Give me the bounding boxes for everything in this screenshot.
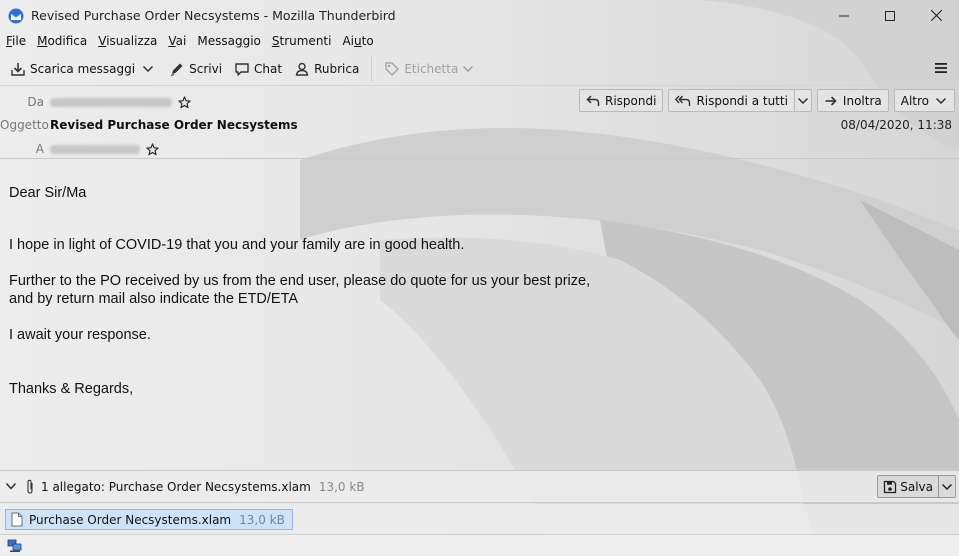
online-status-icon[interactable] xyxy=(7,539,23,553)
minimize-icon xyxy=(839,15,849,16)
from-row: Da xyxy=(0,92,191,112)
menu-tools[interactable]: Strumenti xyxy=(266,34,337,48)
body-greeting: Dear Sir/Ma xyxy=(9,185,87,201)
message-date: 08/04/2020, 11:38 xyxy=(840,118,952,132)
header-actions: Rispondi Rispondi a tutti Inoltra Altro xyxy=(574,89,955,112)
body-line-quote: Further to the PO received by us from th… xyxy=(9,273,591,289)
attachment-total-size: 13,0 kB xyxy=(318,479,365,494)
reply-arrow-icon xyxy=(586,94,600,106)
write-button[interactable]: Scrivi xyxy=(163,56,228,82)
get-messages-label: Scarica messaggi xyxy=(30,61,136,76)
forward-arrow-icon xyxy=(825,95,837,106)
write-label: Scrivi xyxy=(189,61,223,76)
menu-go[interactable]: Vai xyxy=(162,34,191,48)
address-book-icon xyxy=(295,62,309,76)
chat-bubble-icon xyxy=(235,62,249,76)
app-menu-hamburger-icon[interactable] xyxy=(933,60,949,76)
pencil-icon xyxy=(170,63,183,76)
chevron-down-icon[interactable] xyxy=(6,483,16,490)
body-closing: Thanks & Regards, xyxy=(9,381,134,397)
from-label: Da xyxy=(27,95,44,109)
menu-file[interactable]: File xyxy=(0,34,31,48)
address-book-label: Rubrica xyxy=(314,61,360,76)
chevron-down-icon xyxy=(936,97,946,104)
body-line-await: I await your response. xyxy=(9,327,151,343)
recipient-address-redacted[interactable] xyxy=(50,144,140,154)
more-label: Altro xyxy=(900,93,929,108)
chevron-down-icon xyxy=(143,65,154,72)
tag-icon xyxy=(385,61,400,76)
reply-all-split: Rispondi a tutti xyxy=(668,89,812,112)
attachment-size: 13,0 kB xyxy=(239,512,285,527)
sender-address-redacted[interactable] xyxy=(50,97,172,107)
body-line-etd: and by return mail also indicate the ETD… xyxy=(9,291,299,307)
reply-all-button[interactable]: Rispondi a tutti xyxy=(668,89,795,112)
chevron-down-icon xyxy=(463,65,474,72)
save-attachment-button[interactable]: Salva xyxy=(877,475,939,498)
message-header: Da Oggetto Revised Purchase Order Necsys… xyxy=(0,87,959,159)
tag-label: Etichetta xyxy=(404,61,459,76)
message-body: Dear Sir/Ma I hope in light of COVID-19 … xyxy=(0,160,959,468)
forward-button[interactable]: Inoltra xyxy=(816,89,889,112)
get-messages-dropdown[interactable] xyxy=(141,56,155,82)
close-icon xyxy=(930,10,942,21)
reply-button[interactable]: Rispondi xyxy=(578,89,664,112)
subject-text: Revised Purchase Order Necsystems xyxy=(50,118,298,132)
tag-button[interactable]: Etichetta xyxy=(378,56,483,82)
save-split: Salva xyxy=(877,475,956,498)
maximize-icon xyxy=(885,10,895,21)
get-messages-button[interactable]: Scarica messaggi xyxy=(4,56,141,82)
chat-button[interactable]: Chat xyxy=(228,56,288,82)
menu-bar: File Modifica Visualizza Vai Messaggio S… xyxy=(0,31,959,51)
title-bar: Revised Purchase Order Necsystems - Mozi… xyxy=(0,0,959,31)
body-line-health: I hope in light of COVID-19 that you and… xyxy=(9,237,465,253)
chevron-down-icon xyxy=(942,483,952,490)
save-dropdown[interactable] xyxy=(939,475,956,498)
floppy-disk-icon xyxy=(884,480,897,493)
attachment-bar[interactable]: 1 allegato: Purchase Order Necsystems.xl… xyxy=(0,470,959,503)
menu-view[interactable]: Visualizza xyxy=(92,34,162,48)
toolbar-separator xyxy=(371,55,373,82)
subject-label: Oggetto xyxy=(0,118,49,132)
paperclip-icon xyxy=(27,479,33,494)
thunderbird-app-icon xyxy=(8,8,24,23)
menu-edit[interactable]: Modifica xyxy=(31,34,92,48)
attachment-item[interactable]: Purchase Order Necsystems.xlam 13,0 kB xyxy=(5,509,293,530)
to-label: A xyxy=(35,142,44,156)
attachment-list: Purchase Order Necsystems.xlam 13,0 kB xyxy=(0,504,959,534)
main-toolbar: Scarica messaggi Scrivi Chat Rubrica Eti… xyxy=(0,52,959,86)
chat-label: Chat xyxy=(254,61,283,76)
address-book-button[interactable]: Rubrica xyxy=(288,56,365,82)
thunderbird-window: Revised Purchase Order Necsystems - Mozi… xyxy=(0,0,959,556)
star-icon[interactable] xyxy=(146,142,159,156)
chevron-down-icon xyxy=(797,97,808,104)
file-icon xyxy=(11,512,23,527)
minimize-button[interactable] xyxy=(821,0,867,31)
reply-label: Rispondi xyxy=(604,93,657,108)
window-title: Revised Purchase Order Necsystems - Mozi… xyxy=(31,8,396,23)
status-bar xyxy=(0,534,959,556)
maximize-button[interactable] xyxy=(867,0,913,31)
star-icon[interactable] xyxy=(178,95,191,109)
attachment-name: Purchase Order Necsystems.xlam xyxy=(29,512,232,527)
download-icon xyxy=(11,62,25,76)
save-label: Salva xyxy=(900,479,933,494)
forward-label: Inoltra xyxy=(842,93,882,108)
menu-help[interactable]: Aiuto xyxy=(336,34,378,48)
attachment-summary: 1 allegato: Purchase Order Necsystems.xl… xyxy=(41,479,311,494)
more-button[interactable]: Altro xyxy=(893,89,955,112)
reply-all-dropdown[interactable] xyxy=(794,89,812,112)
close-button[interactable] xyxy=(913,0,959,31)
menu-message[interactable]: Messaggio xyxy=(191,34,266,48)
reply-all-arrow-icon xyxy=(675,95,691,106)
subject-row: Oggetto Revised Purchase Order Necsystem… xyxy=(0,115,298,135)
to-row: A xyxy=(0,139,159,159)
reply-all-label: Rispondi a tutti xyxy=(696,93,788,108)
